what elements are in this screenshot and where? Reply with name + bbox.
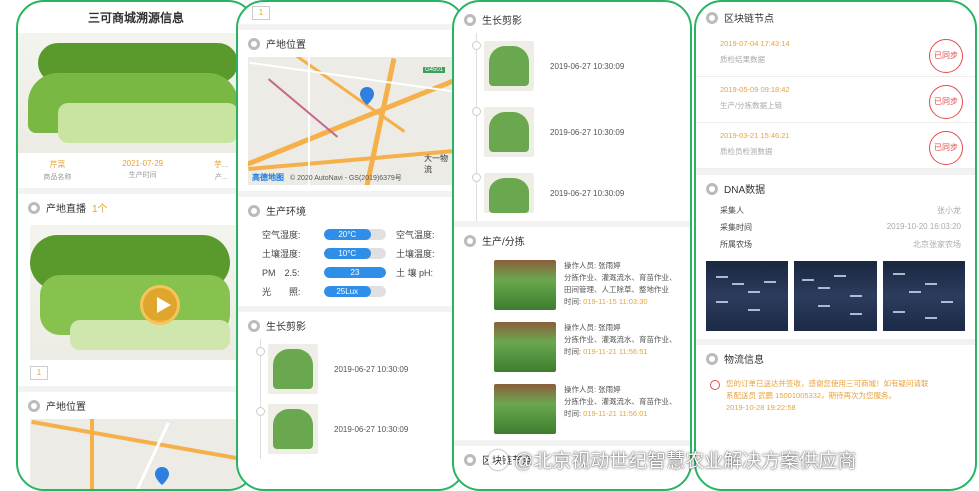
map[interactable]: G4501 大一物流 高德地图 © 2020 AutoNavi - GS(201… — [248, 57, 454, 185]
growth-photo[interactable] — [268, 404, 318, 454]
map-road-label: G4501 — [423, 67, 446, 73]
dna-farm: 所属农场 北京张家农场 — [720, 240, 961, 249]
growth-photo[interactable] — [268, 344, 318, 394]
env-air-humidity: 空气湿度: 20°C — [262, 228, 386, 241]
dna-gel-images — [696, 253, 975, 339]
synced-badge: 已同步 — [929, 39, 963, 73]
live-section-title: 产地直播 1个 — [18, 194, 254, 221]
live-icon — [28, 201, 40, 214]
growth-photo[interactable] — [484, 41, 534, 91]
map-copyright: © 2020 AutoNavi - GS(2019)6379号 — [290, 174, 402, 182]
timeline-item: 2019-06-27 10:30:09 — [472, 99, 690, 165]
location-section-title: 产地位置 — [18, 392, 254, 419]
production-icon — [464, 234, 476, 247]
dna-section-title: DNA数据 — [696, 175, 975, 202]
production-photo[interactable] — [494, 260, 556, 310]
chain-node: 2019-07-04 17:43:14 质检结果数据 已同步 — [696, 31, 975, 77]
phone-screen-2: 1 产地位置 G4501 大一物流 高德地图 © 2020 AutoNavi -… — [236, 0, 466, 491]
growth-icon — [464, 13, 476, 26]
phone-screen-3: 生长剪影 2019-06-27 10:30:09 2019-06-27 10:3… — [452, 0, 692, 491]
environment-icon — [248, 204, 260, 217]
env-pm25: PM 2.5: 23 — [262, 266, 386, 279]
dna-icon — [706, 182, 718, 195]
production-photo[interactable] — [494, 384, 556, 434]
info-origin: 芋... 产... — [213, 160, 229, 181]
dna-gel-image[interactable] — [794, 261, 877, 331]
chain-section-title: 区块链节点 — [696, 2, 975, 31]
growth-timeline: 2019-06-27 10:30:09 2019-06-27 10:30:09 — [238, 339, 464, 459]
product-info-row: 芹菜 商品名称 2021-07-29 生产时间 芋... 产... — [18, 153, 254, 188]
env-light: 光 照: 25Lux — [262, 285, 386, 298]
location-pin-icon — [360, 87, 374, 105]
map-logo: 高德地图 — [252, 173, 284, 182]
location-icon — [28, 399, 40, 412]
timeline-item: 2019-06-27 10:30:09 — [256, 399, 464, 459]
location-pin-icon — [155, 467, 169, 485]
live-count: 1个 — [92, 204, 108, 215]
chain-node: 2019-03-21 15:46:21 质检员检测数据 已同步 — [696, 123, 975, 169]
timeline-item: 2019-06-27 10:30:09 — [472, 165, 690, 221]
map-poi-label: 大一物流 — [424, 154, 448, 174]
env-section-title: 生产环境 — [238, 197, 464, 224]
location-section-title: 产地位置 — [238, 30, 464, 57]
info-date: 2021-07-29 生产时间 — [122, 159, 164, 179]
phone-screen-1: 三可商城溯源信息 芹菜 商品名称 2021-07-29 生产时间 芋... 产... … — [16, 0, 256, 491]
timeline-item: 2019-06-27 10:30:09 — [472, 33, 690, 99]
blockchain-icon — [464, 453, 476, 466]
growth-icon — [248, 319, 260, 332]
pagination-top[interactable]: 1 — [252, 6, 270, 20]
dna-time: 采集时间 2019-10-20 16:03:20 — [720, 222, 961, 232]
info-name: 芹菜 商品名称 — [43, 160, 72, 181]
growth-timeline: 2019-06-27 10:30:09 2019-06-27 10:30:09 … — [454, 33, 690, 221]
map-mini[interactable] — [30, 419, 242, 489]
truck-icon — [706, 352, 718, 365]
growth-section-title: 生长剪影 — [238, 312, 464, 339]
chain-node: 2019-05-09 09:18:42 生产/分拣数据上链 已同步 — [696, 77, 975, 123]
blockchain-icon — [706, 11, 718, 24]
logistics-entry: 您的订单已送达并签收，感谢您使用三可商城！如有疑问请联 系配送员 武鹏 1500… — [696, 372, 975, 420]
dna-gel-image[interactable] — [882, 261, 965, 331]
logistics-section-title: 物流信息 — [696, 345, 975, 372]
dna-collector: 采集人 张小龙 — [720, 206, 961, 215]
pagination[interactable]: 1 — [30, 366, 48, 380]
growth-photo[interactable] — [484, 173, 534, 213]
watermark-logo-icon — [488, 449, 508, 470]
env-soil-humidity: 土壤湿度: 10°C — [262, 247, 386, 260]
production-photo[interactable] — [494, 322, 556, 372]
timeline-item: 2019-06-27 10:30:09 — [256, 339, 464, 399]
play-icon[interactable] — [140, 285, 180, 325]
live-video[interactable] — [30, 225, 242, 360]
watermark: @北京视动世纪智慧农业解决方案供应商 — [488, 446, 856, 473]
page-title: 三可商城溯源信息 — [87, 11, 184, 25]
growth-photo[interactable] — [484, 107, 534, 157]
env-grid: 空气湿度:20°C 空气温度:2 土壤湿度:10°C 土壤温度:2 PM 2.5… — [238, 224, 464, 306]
synced-badge: 已同步 — [929, 131, 963, 165]
phone-screen-4: 区块链节点 2019-07-04 17:43:14 质检结果数据 已同步 201… — [694, 0, 977, 491]
dna-gel-image[interactable] — [706, 261, 789, 331]
synced-badge: 已同步 — [929, 85, 963, 119]
map-footer: 高德地图 © 2020 AutoNavi - GS(2019)6379号 — [252, 172, 402, 183]
growth-section-title: 生长剪影 — [454, 2, 690, 33]
production-item: 操作人员: 张雨婷 分拣作业、灌溉流水、育苗作业、 时间: 019-11-21 11… — [454, 378, 690, 440]
production-item: 操作人员: 张雨婷 分拣作业、灌溉流水、育苗作业、 时间: 019-11-21 11… — [454, 316, 690, 378]
production-section-title: 生产/分拣 — [454, 227, 690, 254]
production-item: 操作人员: 张雨婷 分拣作业、灌溉流水、育苗作业、 田间管理、人工除草、整地作业 时间… — [454, 254, 690, 316]
status-dot-icon — [710, 380, 720, 390]
location-icon — [248, 37, 260, 50]
product-image — [18, 33, 254, 153]
